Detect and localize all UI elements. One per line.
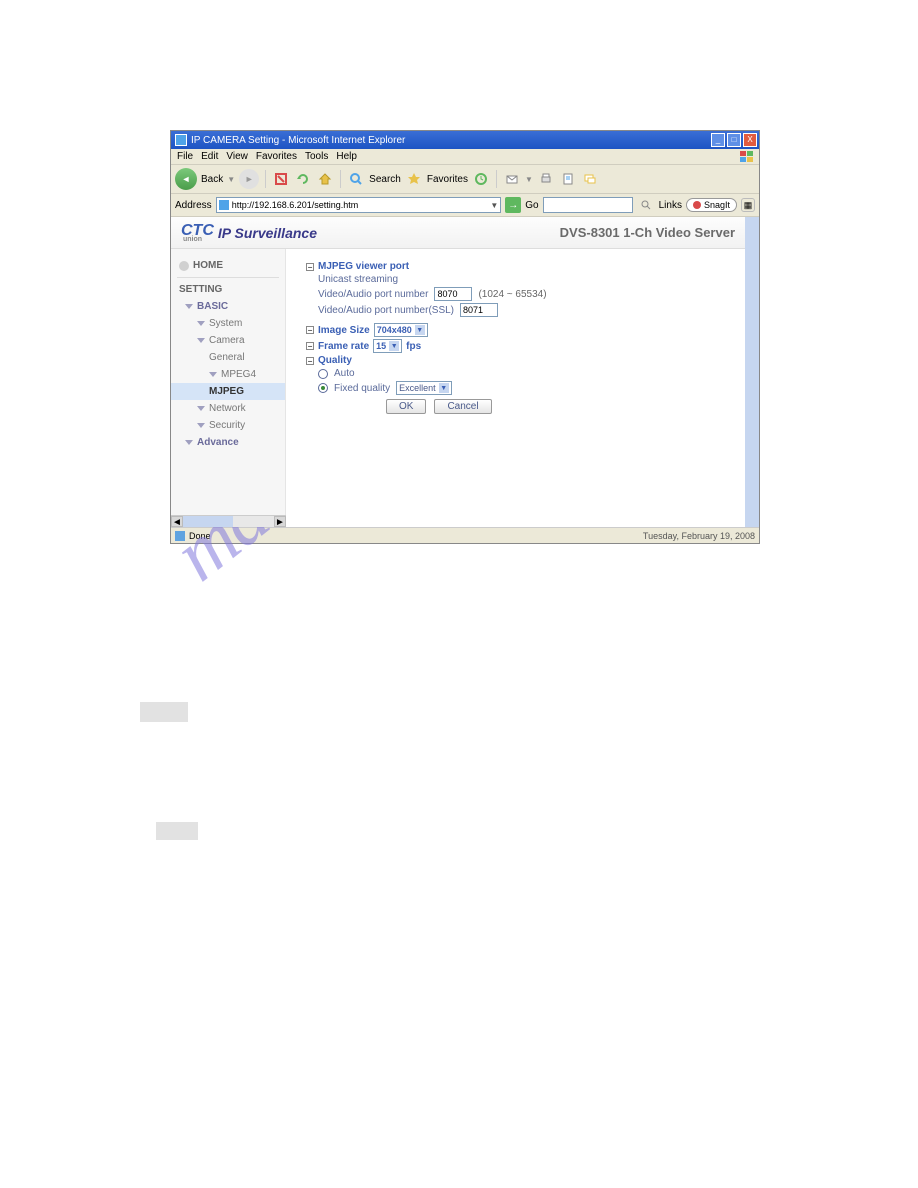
sidebar: HOME SETTING BASIC System Camera General…	[171, 217, 286, 527]
section-image-size: − Image Size 704x480▼	[306, 323, 735, 337]
nav-general[interactable]: General	[171, 349, 285, 366]
mail-button[interactable]	[503, 170, 521, 188]
snagit-icon	[693, 201, 701, 209]
nav-home[interactable]: HOME	[171, 257, 285, 274]
section-frame-rate: − Frame rate 15▼ fps	[306, 339, 735, 353]
toolbar-search-input[interactable]	[543, 197, 633, 213]
url-text: http://192.168.6.201/setting.htm	[232, 200, 359, 210]
go-label[interactable]: Go	[525, 200, 538, 211]
fps-label: fps	[406, 341, 421, 352]
unicast-label: Unicast streaming	[318, 274, 735, 285]
go-button[interactable]: →	[505, 197, 521, 213]
history-button[interactable]	[472, 170, 490, 188]
chevron-down-icon	[197, 338, 205, 343]
nav-security[interactable]: Security	[171, 417, 285, 434]
menu-help[interactable]: Help	[336, 151, 357, 162]
nav-advance[interactable]: Advance	[171, 434, 285, 451]
page-body: CTC union IP Surveillance DVS-8301 1-Ch …	[171, 217, 759, 527]
nav-network[interactable]: Network	[171, 400, 285, 417]
content-panel: − MJPEG viewer port Unicast streaming Vi…	[286, 217, 745, 527]
chevron-down-icon	[197, 321, 205, 326]
va-port-input[interactable]	[434, 287, 472, 301]
nav-mjpeg[interactable]: MJPEG	[171, 383, 285, 400]
va-port-ssl-label: Video/Audio port number(SSL)	[318, 305, 454, 316]
redaction-box	[140, 702, 188, 722]
forward-button[interactable]: ►	[239, 169, 259, 189]
statusbar: Done Tuesday, February 19, 2008	[171, 527, 759, 543]
quality-auto-radio[interactable]	[318, 369, 328, 379]
va-port-ssl-input[interactable]	[460, 303, 498, 317]
status-text: Done	[189, 531, 211, 541]
back-label[interactable]: Back	[201, 174, 223, 185]
app-icon	[175, 134, 187, 146]
menu-view[interactable]: View	[226, 151, 248, 162]
address-label: Address	[175, 200, 212, 211]
nav-camera[interactable]: Camera	[171, 332, 285, 349]
nav-setting: SETTING	[171, 281, 285, 298]
chevron-down-icon	[185, 304, 193, 309]
menu-tools[interactable]: Tools	[305, 151, 328, 162]
home-button[interactable]	[316, 170, 334, 188]
section-quality: − Quality	[306, 355, 735, 366]
links-label[interactable]: Links	[659, 200, 682, 211]
edit-button[interactable]	[559, 170, 577, 188]
section-mjpeg-port: − MJPEG viewer port	[306, 261, 735, 272]
titlebar: IP CAMERA Setting - Microsoft Internet E…	[171, 131, 759, 149]
search-go-icon[interactable]	[637, 196, 655, 214]
windows-flag-icon	[739, 150, 755, 164]
favicon-icon	[219, 200, 229, 210]
collapse-icon[interactable]: −	[306, 357, 314, 365]
discuss-button[interactable]	[581, 170, 599, 188]
chevron-down-icon	[185, 440, 193, 445]
toolbar: ◄ Back ▼ ► Search Favorites ▼	[171, 165, 759, 194]
menu-edit[interactable]: Edit	[201, 151, 218, 162]
status-icon	[175, 531, 185, 541]
nav-mpeg4[interactable]: MPEG4	[171, 366, 285, 383]
home-icon	[179, 261, 189, 271]
va-port-label: Video/Audio port number	[318, 289, 428, 300]
window-title: IP CAMERA Setting - Microsoft Internet E…	[191, 135, 711, 146]
menu-file[interactable]: File	[177, 151, 193, 162]
snagit-menu-icon[interactable]: ▦	[741, 198, 755, 212]
cancel-button[interactable]: Cancel	[434, 399, 491, 414]
quality-fixed-radio[interactable]	[318, 383, 328, 393]
va-port-hint: (1024 ~ 65534)	[478, 289, 546, 300]
refresh-button[interactable]	[294, 170, 312, 188]
address-input[interactable]: http://192.168.6.201/setting.htm ▼	[216, 197, 502, 213]
nav-basic[interactable]: BASIC	[171, 298, 285, 315]
back-button[interactable]: ◄	[175, 168, 197, 190]
minimize-button[interactable]: _	[711, 133, 725, 147]
snagit-button[interactable]: SnagIt	[686, 198, 737, 212]
print-button[interactable]	[537, 170, 555, 188]
collapse-icon[interactable]: −	[306, 326, 314, 334]
collapse-icon[interactable]: −	[306, 342, 314, 350]
stop-button[interactable]	[272, 170, 290, 188]
frame-rate-select[interactable]: 15▼	[373, 339, 402, 353]
quality-auto-label: Auto	[334, 368, 355, 379]
favorites-label[interactable]: Favorites	[427, 174, 468, 185]
chevron-down-icon	[197, 406, 205, 411]
nav-system[interactable]: System	[171, 315, 285, 332]
close-button[interactable]: X	[743, 133, 757, 147]
menu-favorites[interactable]: Favorites	[256, 151, 297, 162]
quality-fixed-label: Fixed quality	[334, 383, 390, 394]
image-size-select[interactable]: 704x480▼	[374, 323, 428, 337]
search-icon[interactable]	[347, 170, 365, 188]
menubar: File Edit View Favorites Tools Help	[171, 149, 759, 165]
chevron-down-icon	[197, 423, 205, 428]
browser-window: IP CAMERA Setting - Microsoft Internet E…	[170, 130, 760, 544]
maximize-button[interactable]: □	[727, 133, 741, 147]
quality-fixed-select[interactable]: Excellent▼	[396, 381, 452, 395]
chevron-down-icon	[209, 372, 217, 377]
redaction-box	[156, 822, 198, 840]
collapse-icon[interactable]: −	[306, 263, 314, 271]
status-date: Tuesday, February 19, 2008	[643, 531, 755, 541]
favorites-icon[interactable]	[405, 170, 423, 188]
address-bar: Address http://192.168.6.201/setting.htm…	[171, 194, 759, 217]
sidebar-scrollbar[interactable]: ◄ ►	[171, 515, 286, 527]
ok-button[interactable]: OK	[386, 399, 426, 414]
snagit-label: SnagIt	[704, 200, 730, 210]
search-label[interactable]: Search	[369, 174, 401, 185]
